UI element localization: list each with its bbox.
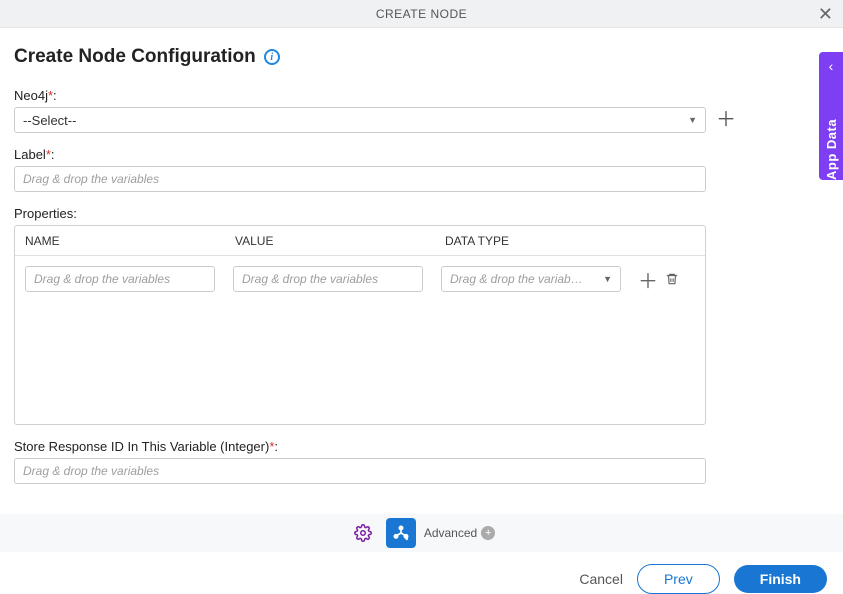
label-row: Drag & drop the variables [14,166,829,192]
app-data-label: App Data [824,78,839,180]
content-area: Create Node Configuration i Neo4j*: --Se… [0,28,843,494]
label-input[interactable]: Drag & drop the variables [14,166,706,192]
heading-text: Create Node Configuration [14,46,256,68]
add-neo4j-button[interactable]: ＋ [716,110,736,130]
footer: Cancel Prev Finish [0,552,843,594]
close-icon[interactable]: ✕ [818,5,833,23]
add-row-button[interactable]: ＋ [639,270,657,288]
properties-block: Properties: NAME VALUE DATA TYPE Drag & … [14,206,829,425]
prop-name-input[interactable]: Drag & drop the variables [25,266,215,292]
advanced-toggle[interactable]: Advanced + [424,526,495,540]
neo4j-select[interactable]: --Select-- ▼ [14,107,706,133]
graph-icon[interactable] [386,518,416,548]
neo4j-label: Neo4j*: [14,88,829,103]
toolbar: Advanced + [0,514,843,552]
properties-header: NAME VALUE DATA TYPE [15,226,705,256]
row-actions: ＋ [639,270,681,288]
label-placeholder: Drag & drop the variables [23,172,159,186]
prev-button[interactable]: Prev [637,564,720,594]
finish-button[interactable]: Finish [734,565,827,593]
table-row: Drag & drop the variables Drag & drop th… [15,256,705,302]
plus-icon: + [481,526,495,540]
settings-icon[interactable] [348,518,378,548]
neo4j-selected-value: --Select-- [23,113,76,128]
store-label: Store Response ID In This Variable (Inte… [14,439,829,454]
titlebar-title: CREATE NODE [376,7,467,21]
store-input[interactable]: Drag & drop the variables [14,458,706,484]
store-block: Store Response ID In This Variable (Inte… [14,439,829,484]
page-heading: Create Node Configuration i [14,46,829,68]
label-label: Label*: [14,147,829,162]
app-data-panel-toggle[interactable]: ‹ App Data [819,52,843,180]
cancel-button[interactable]: Cancel [579,571,623,587]
col-value-header: VALUE [235,234,445,248]
col-name-header: NAME [25,234,235,248]
delete-row-button[interactable] [663,270,681,288]
properties-table: NAME VALUE DATA TYPE Drag & drop the var… [14,225,706,425]
chevron-down-icon: ▼ [603,274,612,284]
prop-value-input[interactable]: Drag & drop the variables [233,266,423,292]
chevron-down-icon: ▼ [688,115,697,125]
col-type-header: DATA TYPE [445,234,695,248]
properties-label: Properties: [14,206,829,221]
neo4j-row: --Select-- ▼ ＋ [14,107,829,133]
info-icon[interactable]: i [264,49,280,65]
chevron-left-icon: ‹ [829,52,834,78]
titlebar: CREATE NODE ✕ [0,0,843,28]
prop-type-select[interactable]: Drag & drop the variab… ▼ [441,266,621,292]
